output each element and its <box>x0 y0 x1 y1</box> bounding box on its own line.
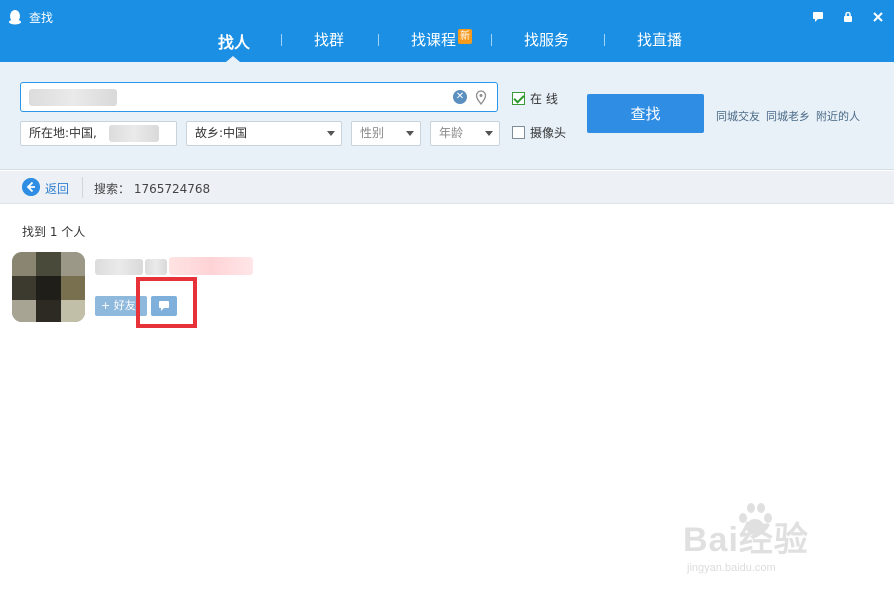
search-input[interactable]: ✕ <box>20 82 498 112</box>
hometown-select-value: 故乡:中国 <box>195 126 248 140</box>
tab-find-courses[interactable]: 找课程新 <box>411 29 473 50</box>
location-pin-icon[interactable] <box>475 90 487 105</box>
clear-icon[interactable]: ✕ <box>453 90 467 104</box>
window-title: 查找 <box>29 11 54 25</box>
results-nav-bar: 返回 搜索： 1765724768 <box>0 171 894 204</box>
tab-bar: 找人 找群 找课程新 找服务 找直播 <box>0 26 894 62</box>
feedback-button[interactable] <box>808 9 828 25</box>
tab-find-courses-label: 找课程 <box>411 31 457 49</box>
chevron-down-icon <box>406 131 414 136</box>
window-controls <box>808 9 888 25</box>
redacted-location <box>109 125 159 142</box>
result-count: 找到 1 个人 <box>22 225 86 239</box>
tab-find-groups[interactable]: 找群 <box>314 29 344 50</box>
age-select-value: 年龄 <box>439 126 464 140</box>
baidu-watermark: Bai经验 jingyan.baidu.com <box>683 500 853 580</box>
close-icon <box>873 12 883 22</box>
redacted-query <box>29 89 117 106</box>
tab-find-services[interactable]: 找服务 <box>524 29 569 50</box>
tab-find-live[interactable]: 找直播 <box>637 29 682 50</box>
online-checkbox[interactable] <box>512 92 525 105</box>
back-arrow-icon[interactable] <box>22 178 40 196</box>
tab-separator <box>604 34 605 46</box>
search-panel: ✕ 所在地:中国, 故乡:中国 性别 年龄 在 线 摄像头 查找 同城交友 同城… <box>0 62 894 170</box>
search-term: 搜索： 1765724768 <box>94 182 211 196</box>
lock-button[interactable] <box>838 9 858 25</box>
gender-select[interactable]: 性别 <box>351 121 421 146</box>
tab-separator <box>281 34 282 46</box>
feedback-icon <box>813 12 823 22</box>
watermark-brand: Bai经验 <box>683 521 809 559</box>
tab-find-people[interactable]: 找人 <box>218 29 250 53</box>
gender-select-value: 性别 <box>360 126 385 140</box>
online-checkbox-row[interactable]: 在 线 <box>512 90 558 107</box>
link-nearby-people[interactable]: 附近的人 <box>816 108 860 124</box>
lock-icon <box>844 11 852 22</box>
link-local-dating[interactable]: 同城交友 <box>716 108 760 124</box>
camera-label: 摄像头 <box>530 126 567 140</box>
close-button[interactable] <box>868 9 888 25</box>
online-label: 在 线 <box>530 92 558 106</box>
avatar[interactable] <box>12 252 85 322</box>
qq-penguin-icon <box>9 10 21 25</box>
camera-checkbox-row[interactable]: 摄像头 <box>512 124 566 141</box>
back-link[interactable]: 返回 <box>45 180 69 197</box>
new-badge: 新 <box>458 29 473 44</box>
quick-links: 同城交友 同城老乡 附近的人 <box>716 108 860 124</box>
highlight-annotation <box>136 277 197 328</box>
chevron-down-icon <box>327 131 335 136</box>
watermark-url: jingyan.baidu.com <box>687 562 776 574</box>
search-button[interactable]: 查找 <box>587 94 704 133</box>
tab-separator <box>491 34 492 46</box>
camera-checkbox[interactable] <box>512 126 525 139</box>
nav-divider <box>82 177 83 198</box>
link-local-hometown[interactable]: 同城老乡 <box>766 108 810 124</box>
age-select[interactable]: 年龄 <box>430 121 500 146</box>
hometown-select[interactable]: 故乡:中国 <box>186 121 342 146</box>
location-select[interactable]: 所在地:中国, <box>20 121 177 146</box>
avatar-image <box>12 252 85 322</box>
title-bar: 查找 找人 找群 找课程新 找服务 找直播 <box>0 0 894 62</box>
chevron-down-icon <box>485 131 493 136</box>
location-select-value: 所在地:中国, <box>29 126 97 140</box>
tab-separator <box>378 34 379 46</box>
